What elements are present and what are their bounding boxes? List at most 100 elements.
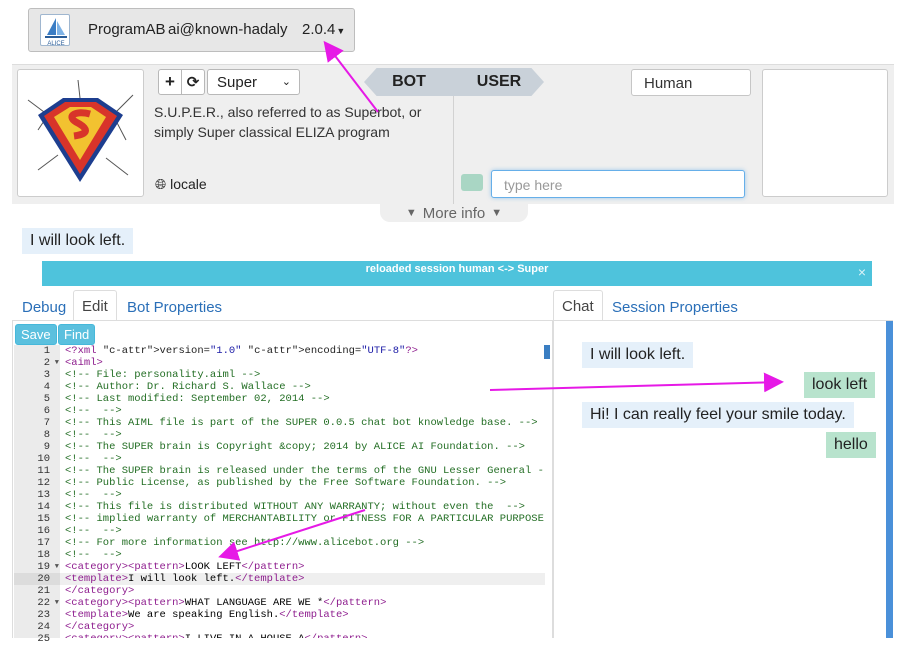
code-line[interactable]: <!-- The SUPER brain is Copyright &copy;… (60, 441, 545, 453)
code-line[interactable]: <category><pattern>WHAT LANGUAGE ARE WE … (60, 597, 545, 609)
code-line[interactable]: <category><pattern>LOOK LEFT</pattern> (60, 561, 545, 573)
code-line[interactable]: <!-- Last modified: September 02, 2014 -… (60, 393, 545, 405)
code-line[interactable]: <template>I will look left.</template> (60, 573, 545, 585)
code-line[interactable]: <!-- For more information see http://www… (60, 537, 545, 549)
tab-edit[interactable]: Edit (73, 290, 117, 321)
app-user: ai@known-hadaly (168, 21, 288, 38)
user-name-field[interactable]: Human (631, 69, 751, 96)
chat-bubble-icon (461, 174, 483, 191)
refresh-icon: ⟳ (186, 74, 200, 91)
chat-message-bot: Hi! I can really feel your smile today. (582, 402, 854, 428)
status-alert: reloaded session human <-> Super × (42, 261, 872, 286)
chat-message-bot: I will look left. (582, 342, 694, 368)
bot-toggle[interactable]: BOT (364, 68, 454, 96)
caret-down-icon: ▼ (336, 26, 346, 36)
chat-message-user: hello (826, 432, 876, 458)
line-number: 10 (37, 453, 50, 465)
app-name: ProgramAB (88, 21, 166, 38)
chevron-down-icon: ⌄ (281, 76, 291, 88)
code-line[interactable]: <template>We are speaking English.</temp… (60, 609, 545, 621)
bot-avatar (17, 69, 144, 197)
bot-select[interactable]: Super ⌄ (207, 69, 300, 95)
code-line[interactable]: <!-- Author: Dr. Richard S. Wallace --> (60, 381, 545, 393)
line-number: 24 (37, 621, 50, 633)
line-number: 16 (37, 525, 50, 537)
line-number: 25 (37, 633, 50, 645)
line-number: 19 ▼ (37, 561, 59, 573)
aiml-editor[interactable]: <?xml "c-attr">version="1.0" "c-attr">en… (60, 345, 545, 638)
line-number: 15 (37, 513, 50, 525)
more-info-toggle[interactable]: ▼ More info ▼ (380, 204, 528, 222)
line-number: 7 (43, 417, 50, 429)
user-avatar[interactable] (762, 69, 888, 197)
line-number: 1 (43, 345, 50, 357)
code-line[interactable]: </category> (60, 585, 545, 597)
code-line[interactable]: <!-- --> (60, 525, 545, 537)
line-number: 13 (37, 489, 50, 501)
code-line[interactable]: <!-- --> (60, 405, 545, 417)
tab-bot-properties[interactable]: Bot Properties (120, 292, 229, 323)
editor-scrollbar[interactable] (544, 345, 550, 359)
alice-logo: ALICE (40, 14, 70, 46)
tab-session-properties[interactable]: Session Properties (605, 292, 745, 323)
chat-pane (553, 321, 893, 638)
triangle-down-icon: ▼ (405, 207, 417, 219)
alert-text: reloaded session human <-> Super (365, 263, 549, 275)
save-button[interactable]: Save (15, 324, 57, 345)
line-number: 11 (37, 465, 50, 477)
more-info-label: More info (422, 204, 486, 222)
line-number: 20 (14, 573, 60, 585)
code-line[interactable]: <!-- File: personality.aiml --> (60, 369, 545, 381)
find-button[interactable]: Find (58, 324, 96, 345)
code-line[interactable]: </category> (60, 621, 545, 633)
code-line[interactable]: <aiml> (60, 357, 545, 369)
chat-input[interactable]: type here (491, 170, 745, 198)
code-line[interactable]: <!-- --> (60, 453, 545, 465)
bot-select-value: Super (217, 74, 258, 91)
code-line[interactable]: <!-- The SUPER brain is released under t… (60, 465, 545, 477)
last-bot-message: I will look left. (22, 228, 134, 254)
locale-link[interactable]: 🌐︎ locale (155, 176, 207, 193)
bot-description: S.U.P.E.R., also referred to as Superbot… (154, 104, 422, 140)
code-line[interactable]: <!-- implied warranty of MERCHANTABILITY… (60, 513, 545, 525)
fold-arrow-icon[interactable]: ▼ (55, 357, 59, 369)
line-number: 5 (43, 393, 50, 405)
line-number: 4 (43, 381, 50, 393)
line-number: 23 (37, 609, 50, 621)
code-line[interactable]: <!-- --> (60, 549, 545, 561)
code-line[interactable]: <!-- --> (60, 489, 545, 501)
panel-divider (453, 92, 454, 204)
line-number: 12 (37, 477, 50, 489)
line-number: 3 (43, 369, 50, 381)
add-bot-button[interactable]: + (158, 69, 182, 95)
line-number: 6 (43, 405, 50, 417)
line-number: 9 (43, 441, 50, 453)
code-line[interactable]: <!-- --> (60, 429, 545, 441)
close-icon[interactable]: × (858, 264, 866, 280)
user-toggle[interactable]: USER (454, 68, 544, 96)
code-line[interactable]: <!-- Public License, as published by the… (60, 477, 545, 489)
code-line[interactable]: <!-- This AIML file is part of the SUPER… (60, 417, 545, 429)
reload-bot-button[interactable]: ⟳ (181, 69, 205, 95)
triangle-down-icon: ▼ (491, 207, 503, 219)
line-number-gutter: 1 2 ▼ 3 4 5 6 7 8 9 10 11 12 13 14 15 16 17 18 19 ▼ 20 21 22 ▼ 23… (14, 345, 60, 645)
line-number: 18 (37, 549, 50, 561)
code-line[interactable]: <?xml "c-attr">version="1.0" "c-attr">en… (60, 345, 545, 357)
code-line[interactable]: <!-- This file is distributed WITHOUT AN… (60, 501, 545, 513)
chat-message-user: look left (804, 372, 876, 398)
line-number: 2 ▼ (43, 357, 59, 369)
tab-debug[interactable]: Debug (15, 292, 73, 323)
tab-chat[interactable]: Chat (553, 290, 603, 321)
line-number: 8 (43, 429, 50, 441)
fold-arrow-icon[interactable]: ▼ (55, 561, 59, 573)
plus-icon: + (165, 72, 175, 91)
code-line[interactable]: <category><pattern>I LIVE IN A HOUSE A</… (60, 633, 545, 638)
locale-label: locale (170, 176, 207, 192)
svg-text:ALICE: ALICE (47, 41, 64, 46)
line-number: 14 (37, 501, 50, 513)
line-number: 17 (37, 537, 50, 549)
version-dropdown[interactable]: 2.0.4▼ (302, 21, 345, 38)
fold-arrow-icon[interactable]: ▼ (55, 597, 59, 609)
version-label: 2.0.4 (302, 21, 336, 38)
chat-scrollbar[interactable] (886, 321, 893, 638)
